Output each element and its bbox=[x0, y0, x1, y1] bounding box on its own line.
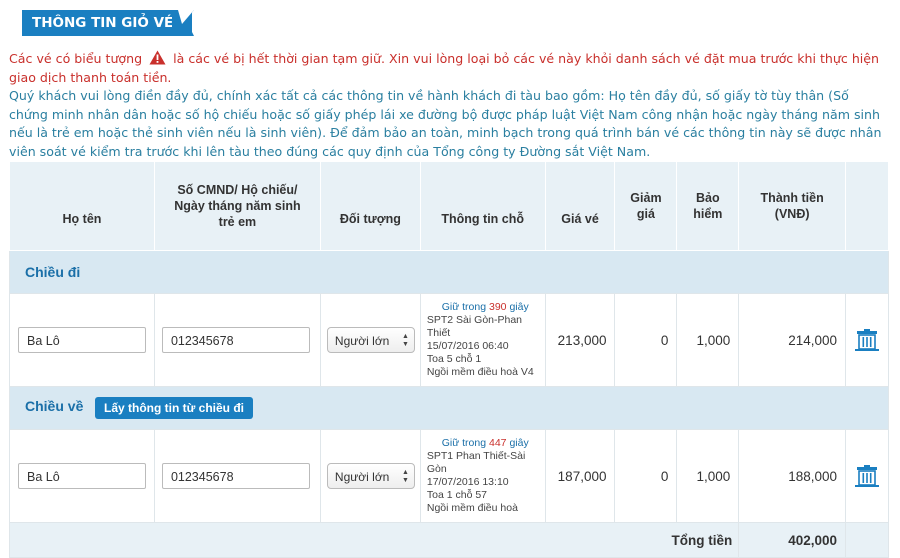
seat-info: Giữ trong 390 giây SPT2 Sài Gòn-Phan Thi… bbox=[419, 293, 546, 387]
departure-datetime: 17/07/2016 13:10 bbox=[426, 476, 509, 488]
delete-cell bbox=[845, 293, 889, 387]
table-header-row: Họ tên Số CMND/ Hộ chiếu/Ngày tháng năm … bbox=[9, 161, 889, 251]
cart-header: THÔNG TIN GIỎ VÉ bbox=[22, 10, 192, 36]
warning-text-start: Các vé có biểu tượng bbox=[9, 51, 143, 66]
seat-info: Giữ trong 447 giây SPT1 Phan Thiết-Sài G… bbox=[419, 429, 546, 523]
car-seat: Toa 1 chỗ 57 bbox=[426, 489, 488, 501]
return-label: Chiều về bbox=[25, 398, 84, 415]
passenger-type-value: Người lớn bbox=[334, 334, 390, 348]
id-number-input[interactable]: 012345678 bbox=[161, 327, 310, 353]
trash-icon[interactable] bbox=[855, 465, 880, 487]
col-seat-info: Thông tin chỗ bbox=[419, 161, 546, 251]
return-section-row: Chiều về Lấy thông tin từ chiều đi bbox=[9, 386, 889, 430]
col-actions bbox=[845, 161, 889, 251]
name-input[interactable]: Ba Lô bbox=[18, 463, 146, 489]
table-row: Ba Lô 012345678 Người lớn ▲ ▼ Giữ trong 3… bbox=[9, 293, 889, 387]
name-input[interactable]: Ba Lô bbox=[18, 327, 146, 353]
col-total: Thành tiền (VNĐ) bbox=[738, 161, 847, 251]
col-passenger-type: Đối tượng bbox=[319, 161, 421, 251]
hold-timer: Giữ trong 447 giây bbox=[441, 437, 529, 449]
total-label: Tổng tiền bbox=[8, 522, 740, 558]
info-text: Quý khách vui lòng điền đầy đủ, chính xá… bbox=[9, 88, 882, 159]
departure-datetime: 15/07/2016 06:40 bbox=[426, 340, 509, 352]
passenger-type-select[interactable]: Người lớn ▲ ▼ bbox=[326, 463, 415, 489]
col-id: Số CMND/ Hộ chiếu/Ngày tháng năm sinh trẻ… bbox=[153, 161, 321, 251]
line-total: 214,000 bbox=[738, 293, 847, 387]
seat-type: Ngồi mềm điều hoà V4 bbox=[426, 366, 534, 378]
trash-icon[interactable] bbox=[855, 329, 880, 351]
line-total: 188,000 bbox=[738, 429, 847, 523]
insurance: 1,000 bbox=[676, 429, 740, 523]
notice-block: Các vé có biểu tượng là các vé bị hết th… bbox=[9, 50, 889, 161]
discount: 0 bbox=[614, 429, 678, 523]
train-route: SPT2 Sài Gòn-Phan bbox=[426, 314, 523, 326]
id-number-input[interactable]: 012345678 bbox=[161, 463, 310, 489]
col-insurance: Bảo hiểm bbox=[676, 161, 740, 251]
select-arrows-icon: ▲ ▼ bbox=[401, 469, 409, 484]
price: 213,000 bbox=[544, 293, 616, 387]
train-route: SPT1 Phan Thiết-Sài bbox=[426, 450, 526, 462]
cart-title: THÔNG TIN GIỎ VÉ bbox=[32, 15, 174, 31]
hold-timer: Giữ trong 390 giây bbox=[441, 301, 529, 313]
select-arrows-icon: ▲ ▼ bbox=[401, 333, 409, 348]
train-route-cont: Thiết bbox=[426, 327, 451, 339]
train-route-cont: Gòn bbox=[426, 463, 447, 475]
warning-triangle-icon bbox=[149, 50, 166, 65]
price: 187,000 bbox=[544, 429, 616, 523]
passenger-type-value: Người lớn bbox=[334, 470, 390, 484]
col-name: Họ tên bbox=[9, 161, 155, 251]
discount: 0 bbox=[614, 293, 678, 387]
col-discount: Giảm giá bbox=[614, 161, 678, 251]
seat-type: Ngồi mềm điều hoà bbox=[426, 502, 518, 514]
outbound-section-row: Chiều đi bbox=[9, 250, 889, 294]
header-tail-shape bbox=[172, 10, 194, 36]
ticket-table: Họ tên Số CMND/ Hộ chiếu/Ngày tháng năm … bbox=[8, 161, 889, 558]
outbound-label: Chiều đi bbox=[25, 264, 81, 280]
grand-total: 402,000 bbox=[738, 522, 847, 558]
delete-cell bbox=[845, 429, 889, 523]
total-row: Tổng tiền 402,000 bbox=[8, 522, 889, 558]
table-row: Ba Lô 012345678 Người lớn ▲ ▼ Giữ trong 4… bbox=[9, 429, 889, 523]
col-price: Giá vé bbox=[544, 161, 616, 251]
passenger-type-select[interactable]: Người lớn ▲ ▼ bbox=[326, 327, 415, 353]
car-seat: Toa 5 chỗ 1 bbox=[426, 353, 482, 365]
copy-from-outbound-button[interactable]: Lấy thông tin từ chiều đi bbox=[94, 397, 253, 419]
insurance: 1,000 bbox=[676, 293, 740, 387]
warning-text: Các vé có biểu tượng là các vé bị hết th… bbox=[9, 50, 889, 87]
